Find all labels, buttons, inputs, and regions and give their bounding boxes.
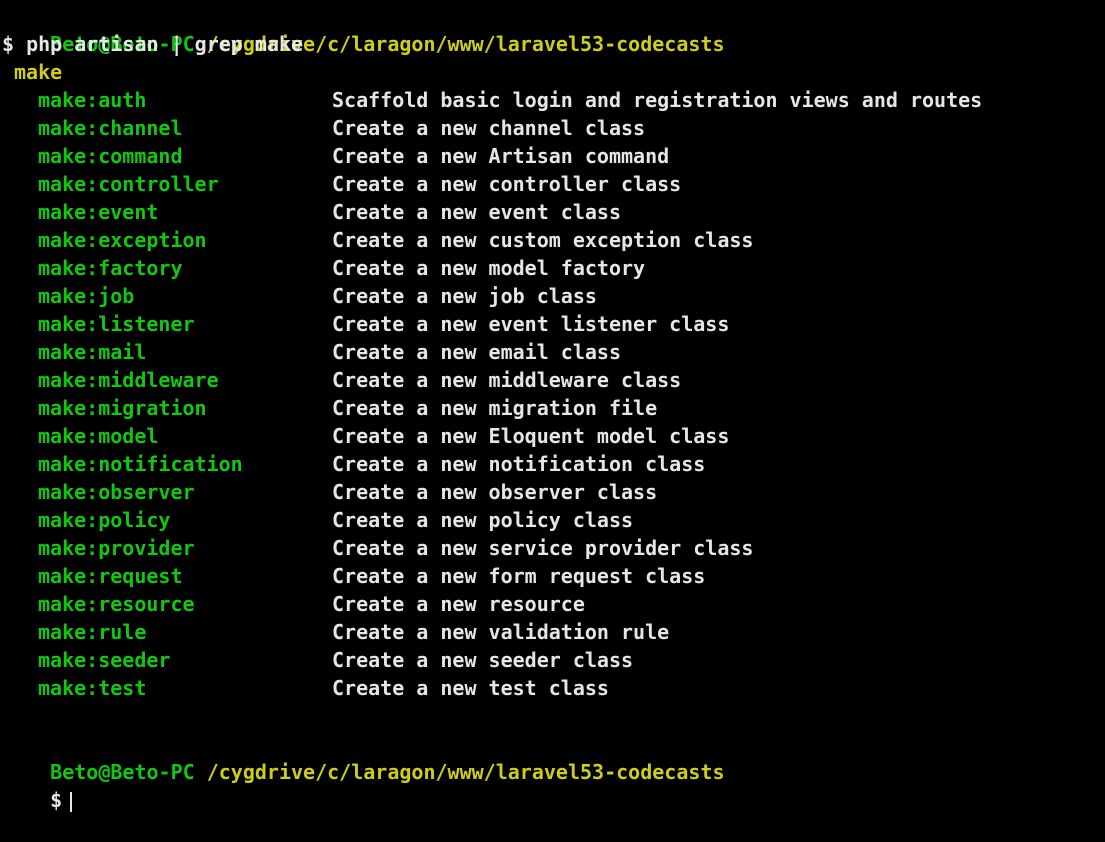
command-name: make:controller — [38, 172, 219, 196]
command-name: make:mail — [38, 340, 147, 364]
command-row: make:command Create a new Artisan command — [2, 142, 1105, 170]
command-row: make:model Create a new Eloquent model cl… — [2, 422, 1105, 450]
command-row: make:mail Create a new email class — [2, 338, 1105, 366]
command-name: make:listener — [38, 312, 195, 336]
command-description: Create a new migration file — [332, 396, 658, 420]
command-description: Create a new model factory — [332, 256, 646, 280]
command-row: make:listener Create a new event listener… — [2, 310, 1105, 338]
command-name: make:channel — [38, 116, 183, 140]
command-row: make:notification Create a new notificati… — [2, 450, 1105, 478]
terminal-window[interactable]: Beto@Beto-PC /cygdrive/c/laragon/www/lar… — [0, 0, 1105, 812]
command-name: make:middleware — [38, 368, 219, 392]
command-row: make:controller Create a new controller c… — [2, 170, 1105, 198]
command-description: Create a new seeder class — [332, 648, 634, 672]
command-row: make:auth Scaffold basic login and regist… — [2, 86, 1105, 114]
command-name: make:factory — [38, 256, 183, 280]
command-name: make:command — [38, 144, 183, 168]
input-prompt-symbol: $ — [50, 788, 63, 812]
command-description: Create a new resource — [332, 592, 585, 616]
command-name: make:seeder — [38, 648, 171, 672]
command-row: make:event Create a new event class — [2, 198, 1105, 226]
command-name: make:event — [38, 200, 159, 224]
command-row: make:policy Create a new policy class — [2, 506, 1105, 534]
prompt-line-2: Beto@Beto-PC /cygdrive/c/laragon/www/lar… — [2, 730, 1105, 784]
command-list: make:auth Scaffold basic login and regist… — [2, 86, 1105, 702]
command-description: Create a new service provider class — [332, 536, 754, 560]
command-description: Create a new policy class — [332, 508, 634, 532]
command-row: make:provider Create a new service provid… — [2, 534, 1105, 562]
command-name: make:migration — [38, 396, 207, 420]
command-name: make:exception — [38, 228, 207, 252]
command-row: make:middleware Create a new middleware c… — [2, 366, 1105, 394]
command-description: Create a new notification class — [332, 452, 706, 476]
command-row: make:channel Create a new channel class — [2, 114, 1105, 142]
command-description: Create a new Eloquent model class — [332, 424, 730, 448]
command-name: make:model — [38, 424, 159, 448]
command-name: make:notification — [38, 452, 243, 476]
command-description: Create a new form request class — [332, 564, 706, 588]
command-description: Create a new test class — [332, 676, 609, 700]
prompt-line-1: Beto@Beto-PC /cygdrive/c/laragon/www/lar… — [2, 2, 1105, 56]
command-row: make:migration Create a new migration fil… — [2, 394, 1105, 422]
command-description: Create a new controller class — [332, 172, 682, 196]
command-row: make:exception Create a new custom except… — [2, 226, 1105, 254]
prompt-user: Beto@Beto-PC — [50, 760, 195, 784]
text-cursor[interactable] — [70, 791, 73, 812]
command-description: Create a new channel class — [332, 116, 646, 140]
command-name: make:request — [38, 564, 183, 588]
command-row: make:rule Create a new validation rule — [2, 618, 1105, 646]
command-name: make:observer — [38, 480, 195, 504]
command-description: Create a new custom exception class — [332, 228, 754, 252]
command-row: make:test Create a new test class — [2, 674, 1105, 702]
command-row: make:observer Create a new observer class — [2, 478, 1105, 506]
command-name: make:test — [38, 676, 147, 700]
command-name: make:policy — [38, 508, 171, 532]
command-row: make:factory Create a new model factory — [2, 254, 1105, 282]
command-description: Create a new event class — [332, 200, 621, 224]
command-name: make:provider — [38, 536, 195, 560]
command-description: Create a new email class — [332, 340, 621, 364]
command-description: Create a new event listener class — [332, 312, 730, 336]
command-name: make:rule — [38, 620, 147, 644]
command-name: make:resource — [38, 592, 195, 616]
command-description: Scaffold basic login and registration vi… — [332, 88, 983, 112]
command-group-label: make — [14, 60, 63, 84]
command-description: Create a new middleware class — [332, 368, 682, 392]
prompt-path: /cygdrive/c/laragon/www/laravel53-codeca… — [206, 760, 725, 784]
command-description: Create a new job class — [332, 284, 597, 308]
command-row: make:request Create a new form request cl… — [2, 562, 1105, 590]
command-row: make:resource Create a new resource — [2, 590, 1105, 618]
command-row: make:job Create a new job class — [2, 282, 1105, 310]
command-name: make:auth — [38, 88, 147, 112]
command-description: Create a new observer class — [332, 480, 658, 504]
command-description: Create a new validation rule — [332, 620, 670, 644]
command-row: make:seeder Create a new seeder class — [2, 646, 1105, 674]
command-description: Create a new Artisan command — [332, 144, 670, 168]
command-name: make:job — [38, 284, 135, 308]
